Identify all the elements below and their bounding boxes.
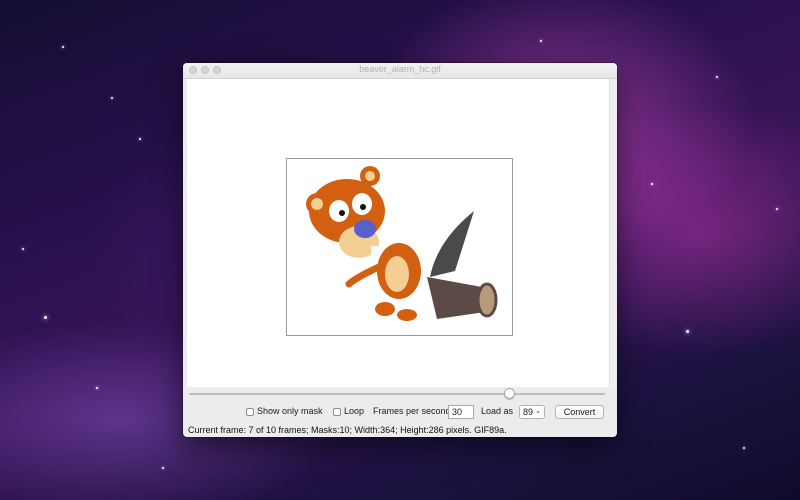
star <box>22 248 24 250</box>
star <box>651 183 653 185</box>
convert-button[interactable]: Convert <box>555 405 604 419</box>
window-title: beaver_alarm_hc.gif <box>359 64 441 74</box>
gif-preview <box>286 158 513 336</box>
star <box>111 97 113 99</box>
frame-slider-knob[interactable] <box>504 388 515 399</box>
vertical-scrollbar[interactable] <box>609 79 617 387</box>
beaver-image <box>306 166 498 321</box>
star <box>776 208 778 210</box>
app-window: beaver_alarm_hc.gif Show only mask Loop … <box>183 63 617 437</box>
controls-bar: Show only mask Loop Frames per second 30… <box>183 405 617 421</box>
star <box>686 330 689 333</box>
star <box>743 447 745 449</box>
star <box>139 138 141 140</box>
loop-label: Loop <box>344 406 365 416</box>
show-only-mask-checkbox[interactable] <box>246 408 254 416</box>
loop-checkbox[interactable] <box>333 408 341 416</box>
image-canvas <box>187 79 609 387</box>
star <box>162 467 164 469</box>
fps-input[interactable]: 30 <box>448 405 474 419</box>
star <box>96 387 98 389</box>
show-only-mask-label: Show only mask <box>257 406 323 416</box>
star <box>540 40 542 42</box>
load-as-dropdown[interactable]: 89 ⌄ <box>519 405 545 419</box>
chevron-down-icon: ⌄ <box>535 408 541 415</box>
fps-label: Frames per second <box>373 406 451 416</box>
star <box>716 76 718 78</box>
load-as-label: Load as <box>481 406 514 416</box>
title-bar[interactable]: beaver_alarm_hc.gif <box>183 63 617 79</box>
status-text: Current frame: 7 of 10 frames; Masks:10;… <box>188 425 507 435</box>
frame-slider[interactable] <box>189 393 605 395</box>
star <box>44 316 47 319</box>
star <box>62 46 64 48</box>
load-as-value: 89 <box>523 407 534 417</box>
